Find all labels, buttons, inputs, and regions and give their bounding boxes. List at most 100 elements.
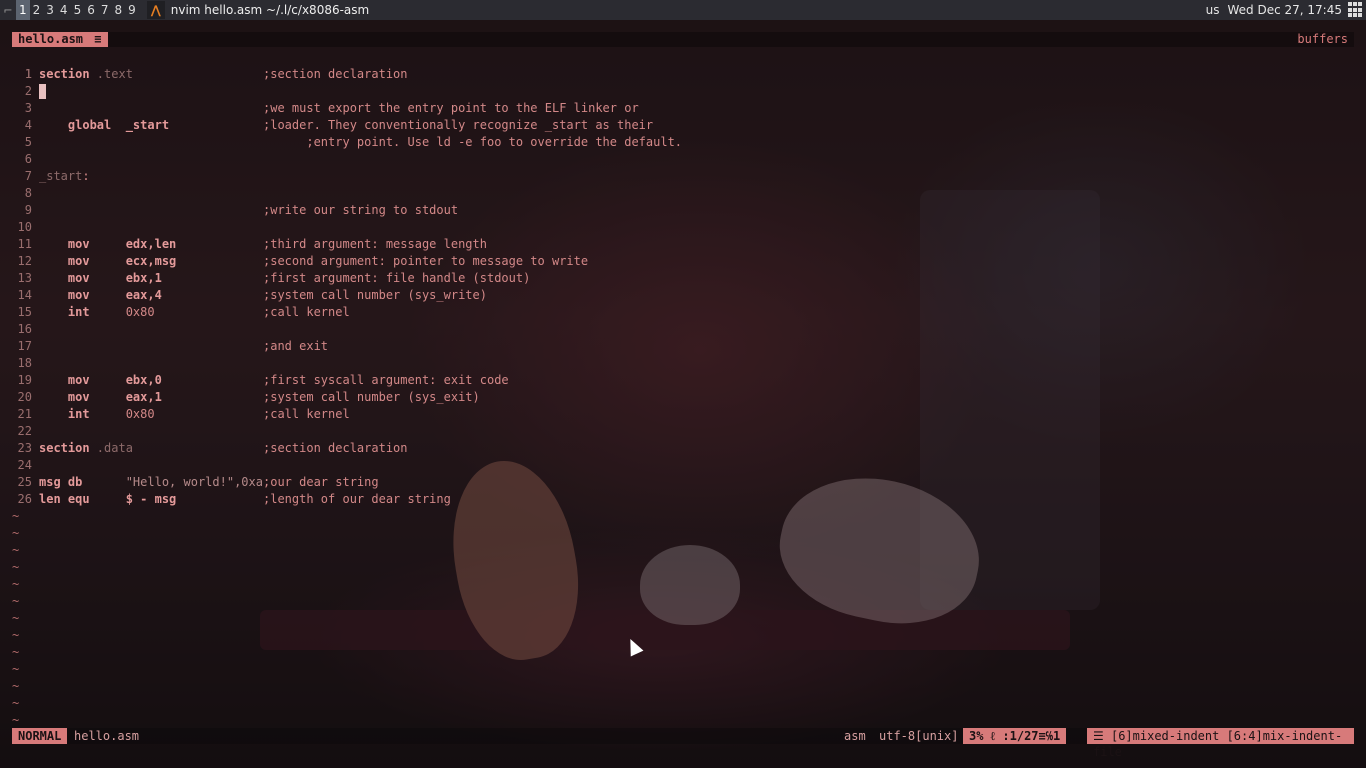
code-line[interactable]: 1 section .text ;section declaration bbox=[12, 66, 1354, 83]
workspace-6[interactable]: 6 bbox=[84, 0, 98, 20]
code-comment: ;entry point. Use ld -e foo to override … bbox=[263, 135, 683, 149]
workspace-4[interactable]: 4 bbox=[57, 0, 71, 20]
empty-buffer-line: ~ bbox=[12, 525, 1354, 542]
tilde-marker: ~ bbox=[12, 509, 20, 523]
code-comment: ;write our string to stdout bbox=[263, 203, 459, 217]
code-line[interactable]: 7 _start: bbox=[12, 168, 1354, 185]
code-text: mov ebx,1 bbox=[39, 270, 162, 287]
code-keyword: mov bbox=[39, 288, 90, 302]
code-line[interactable]: 5 ;entry point. Use ld -e foo to overrid… bbox=[12, 134, 1354, 151]
code-line[interactable]: 4 global _start ;loader. They conventiona… bbox=[12, 117, 1354, 134]
code-line[interactable]: 3 ;we must export the entry point to the … bbox=[12, 100, 1354, 117]
code-line[interactable]: 11 mov edx,len ;third argument: message l… bbox=[12, 236, 1354, 253]
line-number: 13 bbox=[17, 271, 32, 285]
code-line[interactable]: 23 section .data ;section declaration bbox=[12, 440, 1354, 457]
code-comment: ;call kernel bbox=[263, 407, 350, 421]
code-keyword: int bbox=[39, 305, 90, 319]
code-text: _start: bbox=[39, 168, 90, 185]
code-keyword: mov bbox=[39, 237, 90, 251]
code-keyword: mov bbox=[39, 271, 90, 285]
code-comment: ;and exit bbox=[263, 339, 329, 353]
empty-buffer-line: ~ bbox=[12, 712, 1354, 729]
workspace-2[interactable]: 2 bbox=[30, 0, 44, 20]
mode-indicator: NORMAL bbox=[12, 728, 68, 744]
status-encoding: utf-8[unix] bbox=[879, 729, 959, 743]
code-line[interactable]: 9 ;write our string to stdout bbox=[12, 202, 1354, 219]
empty-buffer-line: ~ bbox=[12, 576, 1354, 593]
code-comment: ;loader. They conventionally recognize _… bbox=[263, 118, 654, 132]
cursor-line[interactable]: 1 bbox=[12, 49, 1354, 99]
code-line[interactable]: 8 bbox=[12, 185, 1354, 202]
code-comment: ;third argument: message length bbox=[263, 237, 487, 251]
code-operand: .text bbox=[89, 67, 133, 81]
empty-buffer-line: ~ bbox=[12, 695, 1354, 712]
code-line[interactable]: 12 mov ecx,msg ;second argument: pointer … bbox=[12, 253, 1354, 270]
line-number: 6 bbox=[24, 152, 32, 166]
keyboard-layout[interactable]: us bbox=[1206, 3, 1220, 17]
code-line[interactable]: 13 mov ebx,1 ;first argument: file handle… bbox=[12, 270, 1354, 287]
code-keyword: section bbox=[39, 441, 90, 455]
empty-buffer-line: ~ bbox=[12, 678, 1354, 695]
tab-hello-asm[interactable]: hello.asm ≡ bbox=[12, 32, 108, 47]
apps-grid-icon[interactable] bbox=[1348, 2, 1364, 18]
empty-buffer-line: ~ bbox=[12, 644, 1354, 661]
tilde-marker: ~ bbox=[12, 645, 20, 659]
window-title: nvim hello.asm ~/.l/c/x8086-asm bbox=[170, 3, 370, 17]
code-keyword: msg db bbox=[39, 475, 83, 489]
code-operand: eax,4 bbox=[89, 288, 162, 302]
workspace-5[interactable]: 5 bbox=[71, 0, 85, 20]
empty-buffer-line: ~ bbox=[12, 559, 1354, 576]
line-number: 4 bbox=[24, 118, 32, 132]
tilde-marker: ~ bbox=[12, 611, 20, 625]
terminal-app-icon: ⋀ bbox=[146, 1, 165, 19]
workspace-3[interactable]: 3 bbox=[43, 0, 57, 20]
layout-icon[interactable]: ⌐ bbox=[0, 0, 16, 20]
empty-buffer-line: ~ bbox=[12, 661, 1354, 678]
code-text: len equ $ - msg bbox=[39, 491, 176, 508]
code-line[interactable]: 24 bbox=[12, 457, 1354, 474]
code-text: mov ecx,msg bbox=[39, 253, 176, 270]
line-number: 26 bbox=[17, 492, 32, 506]
code-operand: ebx,1 bbox=[89, 271, 162, 285]
code-line[interactable]: 16 bbox=[12, 321, 1354, 338]
tilde-marker: ~ bbox=[12, 628, 20, 642]
code-line[interactable]: 26 len equ $ - msg ;length of our dear str… bbox=[12, 491, 1354, 508]
code-line[interactable]: 2 bbox=[12, 83, 1354, 100]
tilde-marker: ~ bbox=[12, 594, 20, 608]
code-line[interactable]: 20 mov eax,1 ;system call number (sys_exi… bbox=[12, 389, 1354, 406]
code-line[interactable]: 10 bbox=[12, 219, 1354, 236]
code-line[interactable]: 15 int 0x80 ;call kernel bbox=[12, 304, 1354, 321]
code-line[interactable]: 14 mov eax,4 ;system call number (sys_wri… bbox=[12, 287, 1354, 304]
code-line[interactable]: 21 int 0x80 ;call kernel bbox=[12, 406, 1354, 423]
tilde-marker: ~ bbox=[12, 560, 20, 574]
code-operand: _start bbox=[111, 118, 170, 132]
line-number: 17 bbox=[17, 339, 32, 353]
workspace-1[interactable]: 1 bbox=[16, 0, 30, 20]
code-text: mov edx,len bbox=[39, 236, 176, 253]
workspace-7[interactable]: 7 bbox=[98, 0, 112, 20]
workspace-9[interactable]: 9 bbox=[125, 0, 139, 20]
code-text: int 0x80 bbox=[39, 304, 155, 321]
tilde-marker: ~ bbox=[12, 679, 20, 693]
code-line[interactable]: 19 mov ebx,0 ;first syscall argument: exi… bbox=[12, 372, 1354, 389]
workspace-8[interactable]: 8 bbox=[111, 0, 125, 20]
code-buffer[interactable]: 1 1 section .text ;section declaration 2 3 ;w… bbox=[12, 49, 1354, 729]
line-number: 7 bbox=[24, 169, 32, 183]
clock[interactable]: Wed Dec 27, 17:45 bbox=[1228, 3, 1343, 17]
tilde-marker: ~ bbox=[12, 577, 20, 591]
code-operand: eax,1 bbox=[89, 390, 162, 404]
statusline: NORMAL hello.asm asm utf-8[unix] 3% ℓ :1… bbox=[12, 728, 1354, 759]
tilde-marker: ~ bbox=[12, 713, 20, 727]
code-line[interactable]: 6 bbox=[12, 151, 1354, 168]
code-line[interactable]: 25 msg db "Hello, world!",0xa ;our dear st… bbox=[12, 474, 1354, 491]
line-number: 10 bbox=[17, 220, 32, 234]
code-line[interactable]: 17 ;and exit bbox=[12, 338, 1354, 355]
code-text: global _start bbox=[39, 117, 169, 134]
line-number: 21 bbox=[17, 407, 32, 421]
code-line[interactable]: 18 bbox=[12, 355, 1354, 372]
code-line[interactable]: 22 bbox=[12, 423, 1354, 440]
code-text: mov eax,1 bbox=[39, 389, 162, 406]
nvim-editor[interactable]: hello.asm ≡ buffers 1 1 section .text ;sec… bbox=[0, 20, 1366, 768]
line-number: 1 bbox=[24, 67, 32, 81]
code-comment: ;section declaration bbox=[263, 67, 408, 81]
